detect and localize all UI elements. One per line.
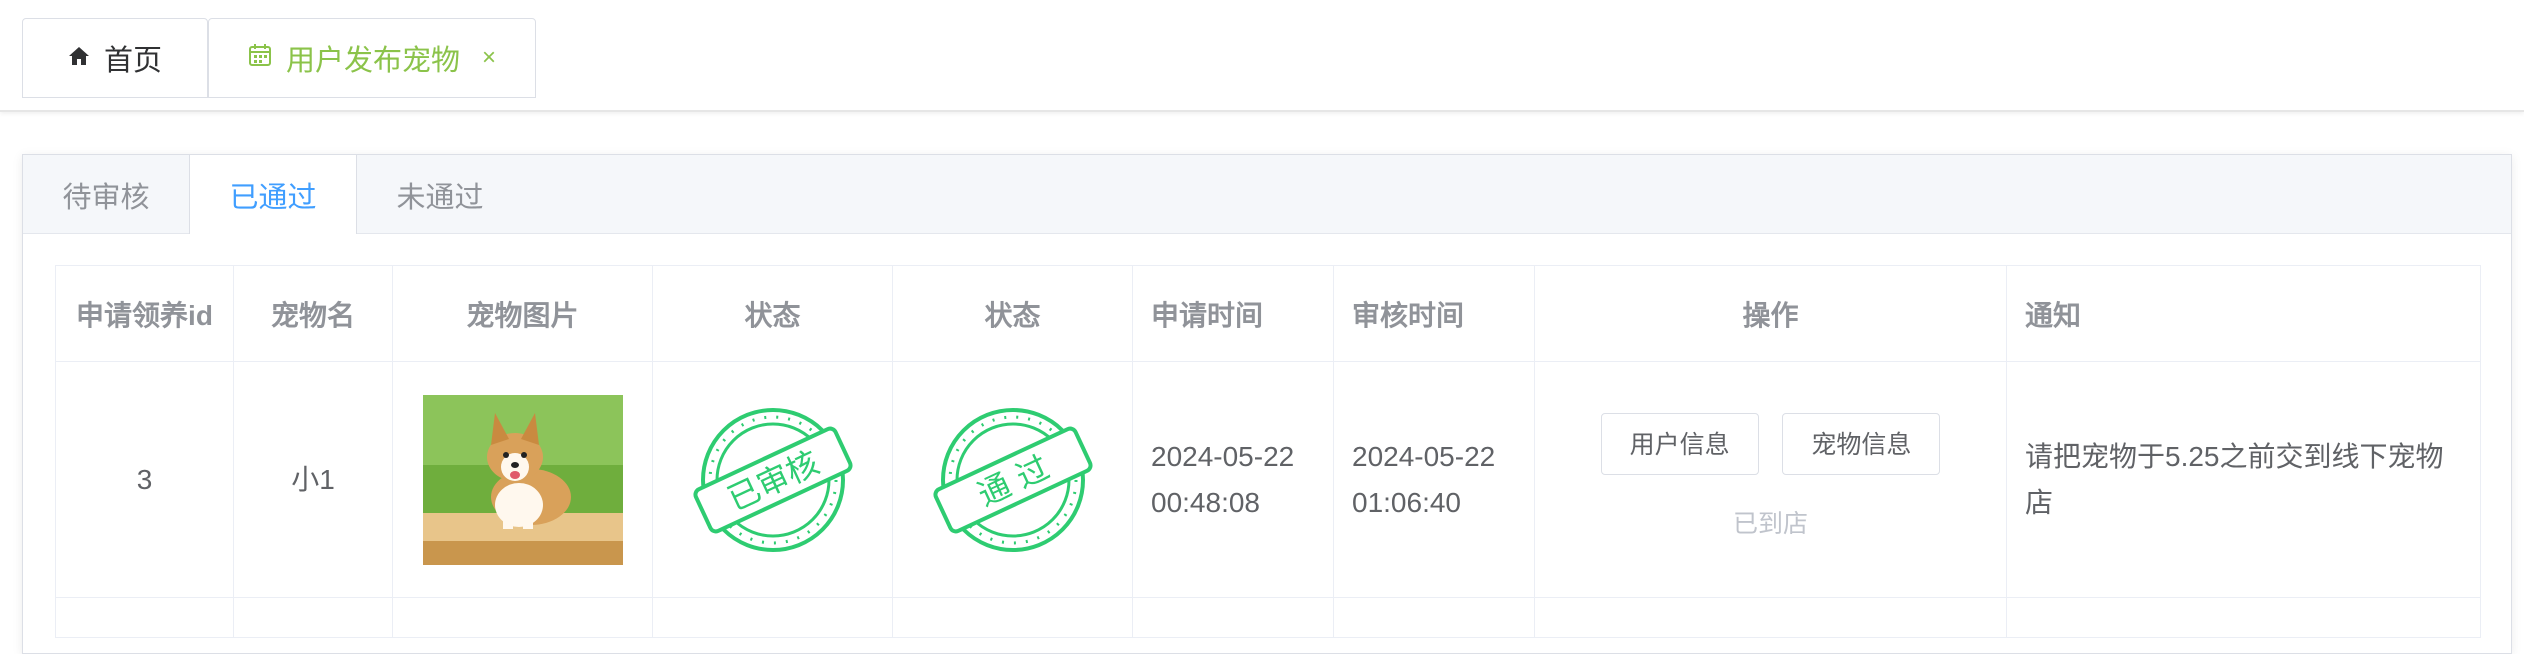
pet-photo[interactable] (422, 394, 623, 565)
cell-notice: 请把宠物于5.25之前交到线下宠物店 (2006, 361, 2481, 598)
header-review-time: 审核时间 (1333, 265, 1535, 362)
cell-status-2: 通 过 (892, 361, 1133, 598)
stamp-reviewed: 已审核 (688, 395, 858, 565)
header-pet-image: 宠物图片 (392, 265, 653, 362)
tab-pending[interactable]: 待审核 (23, 155, 189, 234)
tab-rejected[interactable]: 未通过 (357, 155, 523, 234)
tab-user-published-pets-label: 用户发布宠物 (285, 45, 460, 77)
stamp-passed: 通 过 (928, 395, 1098, 565)
review-clock: 01:06:40 (1352, 486, 1461, 518)
apply-date: 2024-05-22 (1151, 440, 1295, 472)
cell-pet-image (392, 361, 653, 598)
review-tab-bar: 待审核 已通过 未通过 (23, 155, 2511, 234)
cell-apply-time: 2024-05-22 00:48:08 (1132, 361, 1334, 598)
table-header-row: 申请领养id 宠物名 宠物图片 状态 状态 申请时间 审核时间 操作 通知 (55, 265, 2481, 362)
home-icon (68, 42, 90, 75)
tab-user-published-pets[interactable]: 用户发布宠物 × (208, 18, 536, 98)
header-status-2: 状态 (892, 265, 1133, 362)
apply-clock: 00:48:08 (1151, 486, 1260, 518)
cell-status-1: 已审核 (652, 361, 893, 598)
cell-review-time: 2024-05-22 01:06:40 (1333, 361, 1535, 598)
page-tab-bar: 首页 用户发布宠物 × (0, 0, 2524, 112)
cell-id: 3 (55, 361, 234, 598)
pet-info-button[interactable]: 宠物信息 (1782, 412, 1941, 475)
tab-home-label: 首页 (103, 45, 162, 77)
review-card: 待审核 已通过 未通过 申请领养id 宠物名 宠物图片 状态 状态 申请时间 审… (22, 154, 2512, 654)
close-icon[interactable]: × (482, 44, 496, 72)
user-info-button[interactable]: 用户信息 (1600, 412, 1759, 475)
calendar-icon (248, 42, 272, 75)
arrived-status: 已到店 (1732, 509, 1808, 538)
header-id: 申请领养id (55, 265, 234, 362)
header-actions: 操作 (1534, 265, 2007, 362)
header-apply-time: 申请时间 (1132, 265, 1334, 362)
table-row (55, 597, 2481, 638)
cell-actions: 用户信息 宠物信息 已到店 (1534, 361, 2007, 598)
table-row: 3 小1 已审核 通 过 2024-05-22 00:48:08 2024-05… (55, 361, 2481, 598)
cell-pet-name: 小1 (233, 361, 393, 598)
review-date: 2024-05-22 (1352, 440, 1496, 472)
header-status-1: 状态 (652, 265, 893, 362)
tab-approved[interactable]: 已通过 (189, 155, 357, 234)
tab-home[interactable]: 首页 (22, 18, 208, 98)
header-notice: 通知 (2006, 265, 2481, 362)
adoption-table: 申请领养id 宠物名 宠物图片 状态 状态 申请时间 审核时间 操作 通知 3 … (55, 265, 2481, 638)
header-pet-name: 宠物名 (233, 265, 393, 362)
